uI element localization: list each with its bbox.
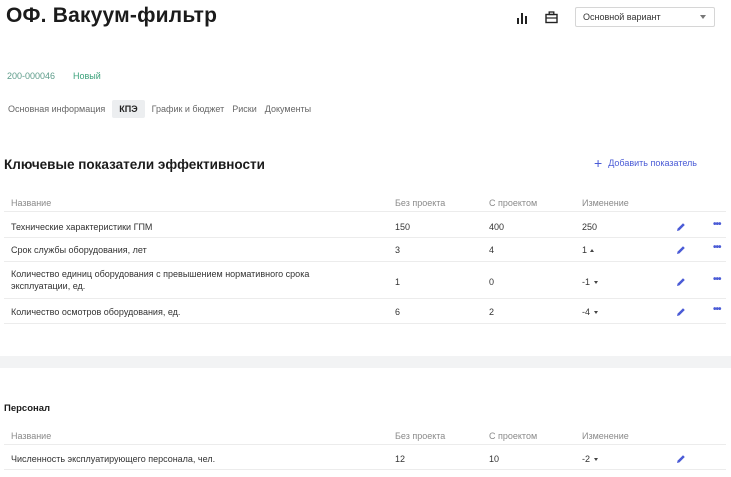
plus-icon: + [594,155,603,171]
table-row-name: Количество осмотров оборудования, ед. [11,307,181,317]
page-title: ОФ. Вакуум-фильтр [6,4,218,27]
column-header-name: Название [11,431,52,441]
table-row-name: Технические характеристики ГПМ [11,222,153,232]
status-badge: Новый [73,71,101,81]
table-row-change: -2 [582,454,591,464]
more-dots-icon[interactable]: ••• [713,242,721,253]
kpi-section-title: Ключевые показатели эффективности [4,157,265,172]
table-row-change: 1 [582,245,588,255]
pencil-icon[interactable] [676,451,686,463]
table-row-with: 0 [489,277,495,287]
table-row-change-wrap: -1 [582,277,599,287]
pencil-icon[interactable] [676,219,686,231]
more-dots-icon[interactable]: ••• [713,274,721,285]
bar-chart-icon[interactable] [515,11,529,25]
table-row-with: 10 [489,454,500,464]
staff-section-title: Персонал [4,403,51,414]
divider [4,211,726,212]
add-indicator-button[interactable]: + Добавить показатель [594,155,697,171]
table-row-name: Численность эксплуатирующего персонала, … [11,454,216,464]
divider [4,444,726,445]
column-header-with: С проектом [489,431,538,441]
column-header-change: Изменение [582,431,629,441]
pencil-icon[interactable] [676,274,686,286]
divider [4,261,726,262]
table-row-name-line2: эксплуатации, ед. [11,281,86,291]
table-row-without: 6 [395,307,401,317]
section-divider [0,356,731,368]
tab-documents[interactable]: Документы [261,100,315,118]
variant-select-value: Основной вариант [583,12,661,22]
table-row-with: 400 [489,222,505,232]
table-row-change: -4 [582,307,591,317]
more-dots-icon[interactable]: ••• [713,219,721,230]
briefcase-icon[interactable] [544,10,558,24]
divider [4,237,726,238]
tab-bar: Основная информация КПЭ График и бюджет … [4,99,315,119]
table-row-name-line1: Количество единиц оборудования с превыше… [11,269,310,279]
add-indicator-label: Добавить показатель [608,158,697,168]
trend-down-icon [594,281,599,285]
tab-risks[interactable]: Риски [228,100,261,118]
table-row-without: 3 [395,245,401,255]
trend-down-icon [594,458,599,462]
column-header-without: Без проекта [395,198,446,208]
tab-kpi[interactable]: КПЭ [112,100,145,118]
column-header-name: Название [11,198,52,208]
table-row-with: 4 [489,245,495,255]
table-row-change-wrap: 1 [582,245,595,255]
divider [4,323,726,324]
variant-select[interactable]: Основной вариант [575,7,715,27]
table-row-change: -1 [582,277,591,287]
more-dots-icon[interactable]: ••• [713,304,721,315]
divider [4,469,726,470]
chevron-down-icon [700,15,706,19]
table-row-without: 12 [395,454,406,464]
column-header-with: С проектом [489,198,538,208]
table-row-without: 150 [395,222,411,232]
trend-up-icon [590,249,595,253]
trend-down-icon [594,311,599,315]
column-header-change: Изменение [582,198,629,208]
table-row-change: 250 [582,222,598,232]
tab-main-info[interactable]: Основная информация [4,100,109,118]
table-row-change-wrap: -4 [582,307,599,317]
table-row-change-wrap: -2 [582,454,599,464]
pencil-icon[interactable] [676,304,686,316]
divider [4,298,726,299]
tab-schedule-budget[interactable]: График и бюджет [148,100,229,118]
project-code: 200-000046 [7,71,56,81]
table-row-without: 1 [395,277,401,287]
column-header-without: Без проекта [395,431,446,441]
pencil-icon[interactable] [676,242,686,254]
table-row-with: 2 [489,307,495,317]
table-row-name: Срок службы оборудования, лет [11,245,147,255]
